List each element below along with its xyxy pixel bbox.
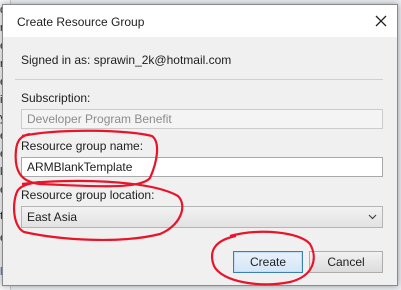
dialog-title: Create Resource Group <box>17 15 145 29</box>
cancel-button[interactable]: Cancel <box>309 251 383 273</box>
chevron-down-icon <box>368 214 377 220</box>
signed-in-label: Signed in as: sprawin_2k@hotmail.com <box>21 53 232 67</box>
subscription-field: Developer Program Benefit <box>21 109 383 129</box>
subscription-label: Subscription: <box>21 91 91 105</box>
create-button[interactable]: Create <box>233 251 303 273</box>
dialog-titlebar: Create Resource Group <box>3 5 397 37</box>
resource-group-name-label: Resource group name: <box>21 139 144 153</box>
selected-location: East Asia <box>27 210 78 224</box>
divider <box>15 79 383 80</box>
create-resource-group-dialog: Create Resource Group Signed in as: spra… <box>2 4 398 286</box>
resource-group-name-input[interactable]: ARMBlankTemplate <box>21 157 383 177</box>
resource-group-location-label: Resource group location: <box>21 188 155 202</box>
close-button[interactable] <box>367 7 395 35</box>
close-icon <box>375 15 387 27</box>
resource-group-location-select[interactable]: East Asia <box>21 206 383 228</box>
